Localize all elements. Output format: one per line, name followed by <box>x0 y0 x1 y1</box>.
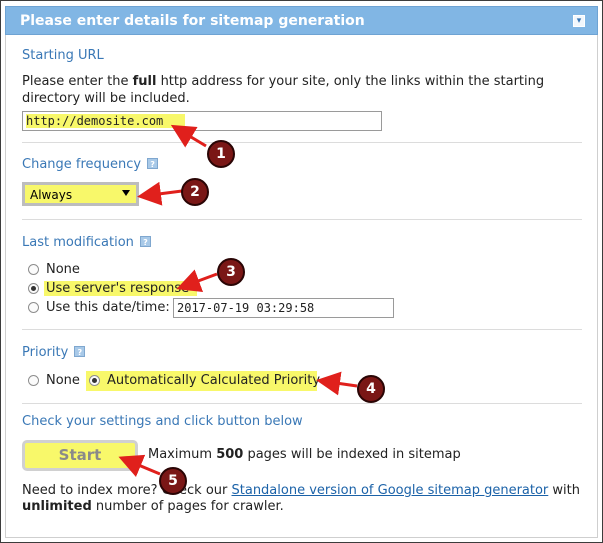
callout-arrow-1 <box>170 124 207 148</box>
callout-badge-3: 3 <box>217 258 245 286</box>
callout-badge-4: 4 <box>357 375 385 403</box>
callout-arrows <box>118 124 358 477</box>
callout-arrow-2 <box>137 181 183 206</box>
callout-badge-5: 5 <box>159 467 187 495</box>
callout-badge-1: 1 <box>207 140 235 168</box>
callout-arrow-3 <box>176 269 218 292</box>
callout-badge-2: 2 <box>181 178 209 206</box>
callout-arrow-4 <box>316 371 358 396</box>
callout-arrow-5 <box>118 454 161 477</box>
